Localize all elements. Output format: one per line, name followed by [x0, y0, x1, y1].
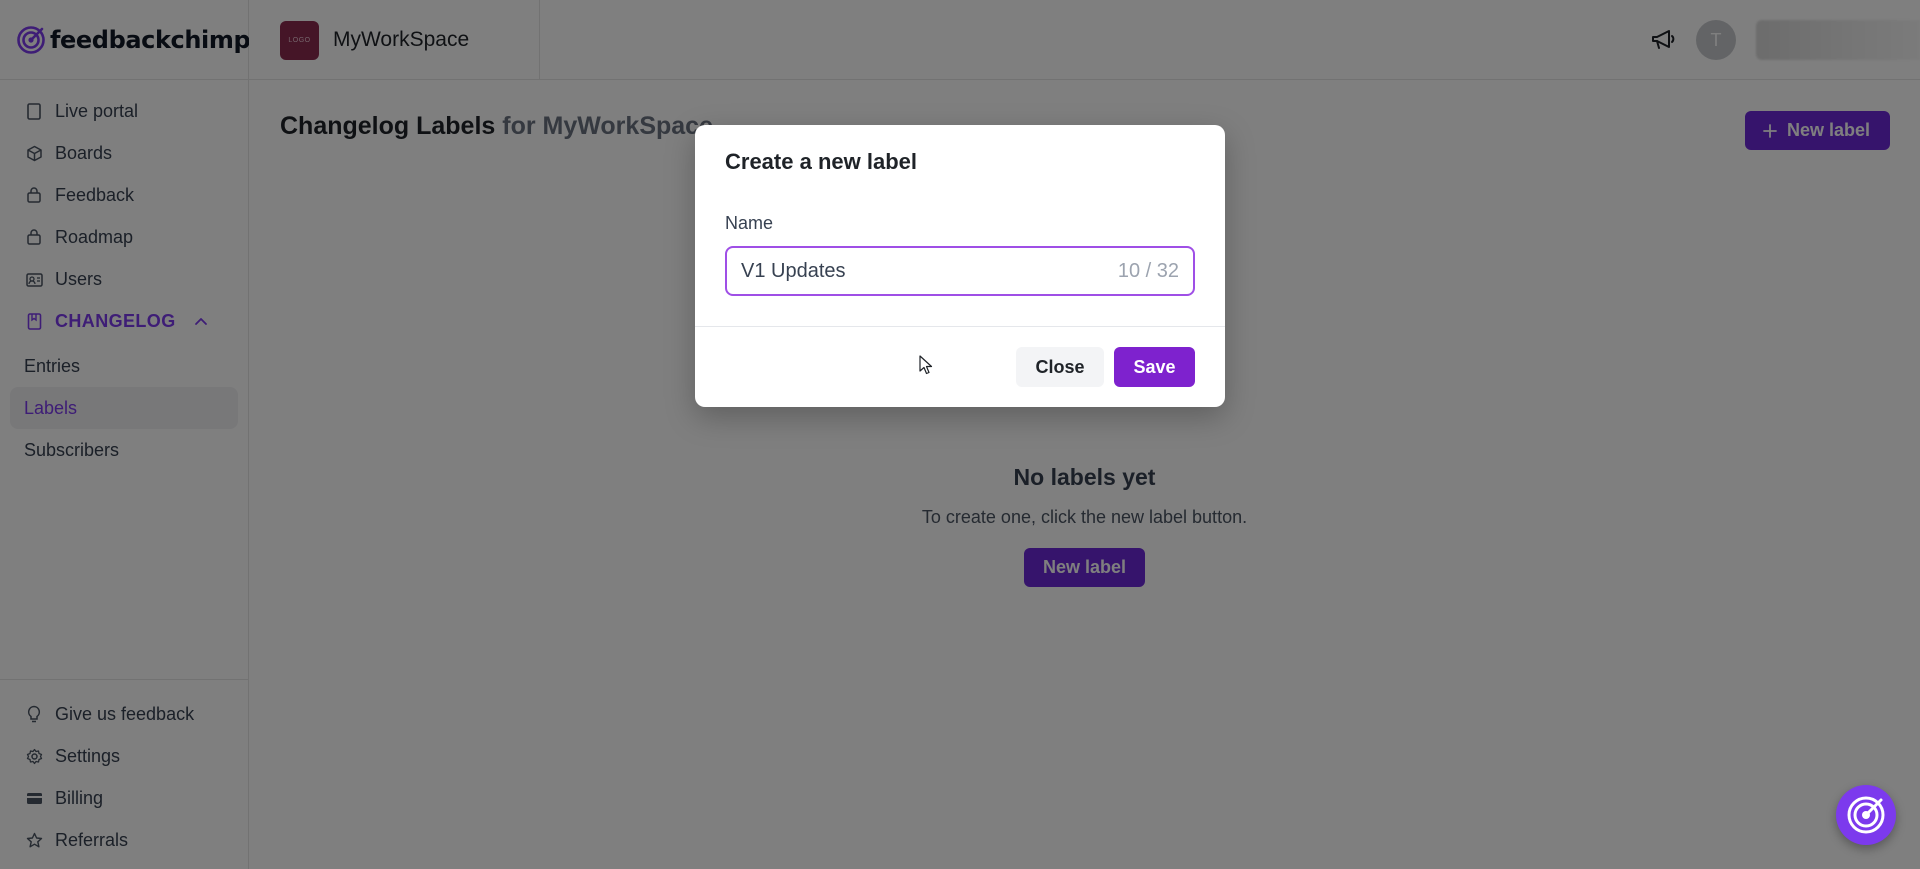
name-field-label: Name [725, 213, 774, 233]
name-field-wrapper: 10 / 32 [725, 246, 1195, 296]
target-icon [1845, 794, 1887, 836]
help-widget-button[interactable] [1836, 785, 1896, 845]
modal-divider [695, 326, 1225, 327]
mouse-cursor-icon [919, 355, 933, 380]
close-button[interactable]: Close [1016, 347, 1104, 387]
create-label-modal: Create a new label Name 10 / 32 Close Sa… [695, 125, 1225, 407]
character-counter: 10 / 32 [1117, 259, 1179, 282]
modal-title: Create a new label [725, 149, 917, 174]
name-input[interactable] [741, 259, 1118, 283]
save-button[interactable]: Save [1114, 347, 1195, 387]
